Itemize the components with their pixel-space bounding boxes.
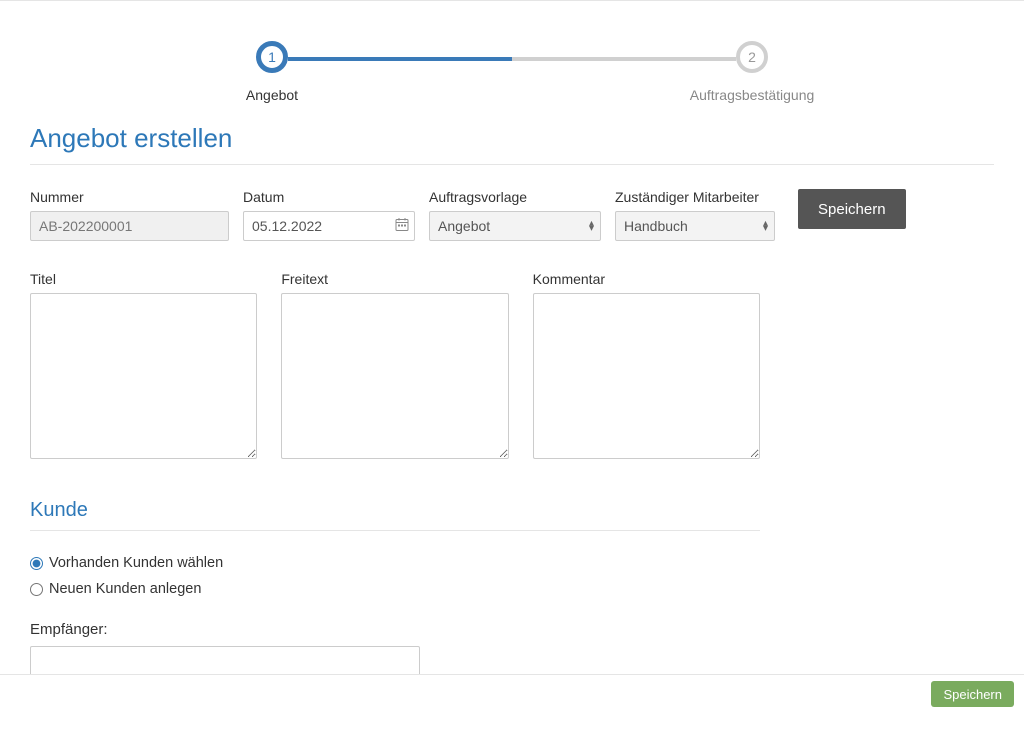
- vorlage-value: Angebot: [438, 218, 490, 234]
- recipient-label: Empfänger:: [30, 621, 760, 638]
- step-2[interactable]: 2 Auftragsbestätigung: [692, 41, 812, 103]
- recipient-input[interactable]: [30, 646, 420, 676]
- titel-label: Titel: [30, 271, 257, 287]
- updown-icon: ▴▾: [589, 221, 594, 231]
- datum-label: Datum: [243, 189, 415, 205]
- radio-existing-input[interactable]: [30, 557, 43, 570]
- step-2-circle: 2: [736, 41, 768, 73]
- kommentar-textarea[interactable]: [533, 293, 760, 459]
- mitarbeiter-value: Handbuch: [624, 218, 688, 234]
- vorlage-label: Auftragsvorlage: [429, 189, 601, 205]
- radio-new-label: Neuen Kunden anlegen: [49, 581, 201, 597]
- freitext-textarea[interactable]: [281, 293, 508, 459]
- save-button-top[interactable]: Speichern: [798, 189, 906, 229]
- radio-existing-customer[interactable]: Vorhanden Kunden wählen: [30, 555, 760, 571]
- freitext-label: Freitext: [281, 271, 508, 287]
- bottom-bar: Speichern: [0, 674, 1024, 713]
- step-1-circle: 1: [256, 41, 288, 73]
- radio-new-customer[interactable]: Neuen Kunden anlegen: [30, 581, 760, 597]
- kommentar-label: Kommentar: [533, 271, 760, 287]
- save-button-bottom[interactable]: Speichern: [931, 681, 1014, 707]
- radio-new-input[interactable]: [30, 583, 43, 596]
- kunde-radio-group: Vorhanden Kunden wählen Neuen Kunden anl…: [30, 555, 760, 597]
- updown-icon: ▴▾: [763, 221, 768, 231]
- step-1-label: Angebot: [246, 87, 298, 103]
- mitarbeiter-label: Zuständiger Mitarbeiter: [615, 189, 775, 205]
- page-title: Angebot erstellen: [30, 123, 994, 165]
- datum-input[interactable]: [243, 211, 415, 241]
- radio-existing-label: Vorhanden Kunden wählen: [49, 555, 223, 571]
- nummer-input: [30, 211, 229, 241]
- titel-textarea[interactable]: [30, 293, 257, 459]
- step-2-label: Auftragsbestätigung: [690, 87, 815, 103]
- step-1[interactable]: 1 Angebot: [212, 41, 332, 103]
- stepper: 1 Angebot 2 Auftragsbestätigung: [0, 1, 1024, 113]
- vorlage-select[interactable]: Angebot ▴▾: [429, 211, 601, 241]
- nummer-label: Nummer: [30, 189, 229, 205]
- mitarbeiter-select[interactable]: Handbuch ▴▾: [615, 211, 775, 241]
- kunde-title: Kunde: [30, 499, 760, 531]
- step-line: [288, 57, 736, 61]
